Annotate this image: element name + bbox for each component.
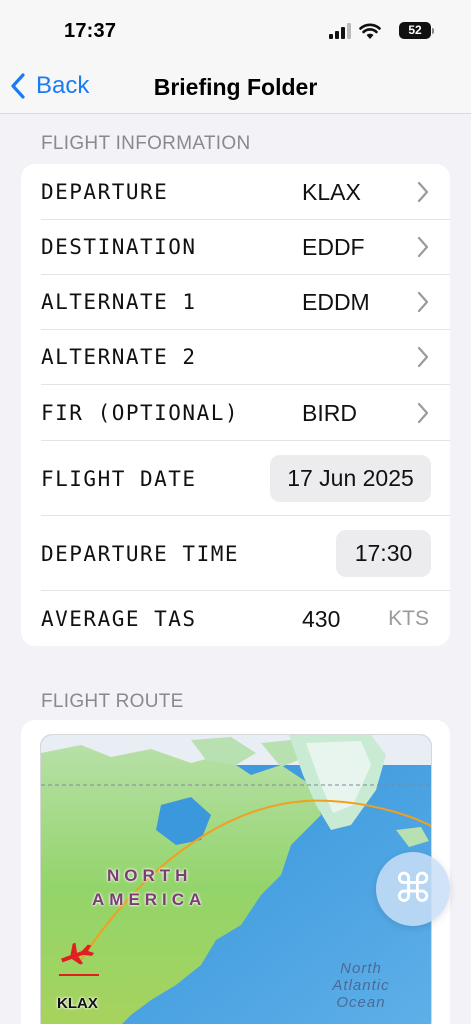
alternate-2-label: ALTERNATE 2: [41, 345, 197, 369]
departure-row[interactable]: DEPARTURE KLAX: [21, 164, 450, 220]
average-tas-label: AVERAGE TAS: [41, 607, 197, 631]
flight-date-label: FLIGHT DATE: [41, 467, 197, 491]
status-icons: 52: [321, 21, 434, 41]
departure-time-label: DEPARTURE TIME: [41, 542, 240, 566]
alternate-1-value: EDDM: [302, 289, 370, 315]
chevron-right-icon: [417, 181, 429, 203]
average-tas-row: AVERAGE TAS 430 KTS: [21, 591, 450, 646]
map-label-klax: KLAX: [57, 995, 98, 1012]
flight-date-row: FLIGHT DATE 17 Jun 2025: [21, 441, 450, 516]
status-time: 17:37: [64, 20, 117, 42]
battery-icon: 52: [399, 22, 434, 39]
alternate-1-label: ALTERNATE 1: [41, 290, 197, 314]
flight-route-header: FLIGHT ROUTE: [41, 691, 184, 712]
cellular-signal-icon: [329, 23, 351, 39]
map-label-america: AMERICA: [92, 890, 207, 909]
fir-value: BIRD: [302, 400, 357, 426]
departure-time-picker[interactable]: 17:30: [336, 530, 431, 577]
flight-date-picker[interactable]: 17 Jun 2025: [270, 455, 431, 502]
flight-information-header: FLIGHT INFORMATION: [41, 133, 251, 154]
battery-level: 52: [408, 23, 422, 37]
map-label-north: NORTH: [107, 866, 193, 885]
chevron-right-icon: [417, 402, 429, 424]
departure-value: KLAX: [302, 179, 361, 205]
status-bar: 17:37 52: [0, 0, 471, 62]
flight-information-card: DEPARTURE KLAX DESTINATION EDDF ALTERNAT…: [21, 164, 450, 646]
command-icon: ⌘: [393, 867, 433, 911]
chevron-right-icon: [417, 236, 429, 258]
average-tas-input[interactable]: 430: [302, 606, 340, 633]
page-title: Briefing Folder: [153, 74, 318, 100]
command-button[interactable]: ⌘: [376, 852, 450, 926]
chevron-right-icon: [417, 291, 429, 313]
route-map[interactable]: NORTH AMERICA North Atlantic Ocean KLAX: [40, 734, 432, 1024]
chevron-right-icon: [417, 346, 429, 368]
alternate-1-row[interactable]: ALTERNATE 1 EDDM: [21, 275, 450, 330]
fir-row[interactable]: FIR (OPTIONAL) BIRD: [21, 385, 450, 441]
departure-label: DEPARTURE: [41, 180, 169, 204]
alternate-2-row[interactable]: ALTERNATE 2: [21, 330, 450, 385]
destination-row[interactable]: DESTINATION EDDF: [21, 220, 450, 275]
wifi-icon: [359, 23, 381, 39]
destination-label: DESTINATION: [41, 235, 197, 259]
navigation-bar: Back Briefing Folder: [0, 62, 471, 114]
average-tas-unit: KTS: [388, 607, 429, 630]
fir-label: FIR (OPTIONAL): [41, 401, 240, 425]
departure-time-row: DEPARTURE TIME 17:30: [21, 516, 450, 591]
destination-value: EDDF: [302, 234, 365, 260]
map-label-ocean: North Atlantic Ocean: [332, 960, 390, 1011]
